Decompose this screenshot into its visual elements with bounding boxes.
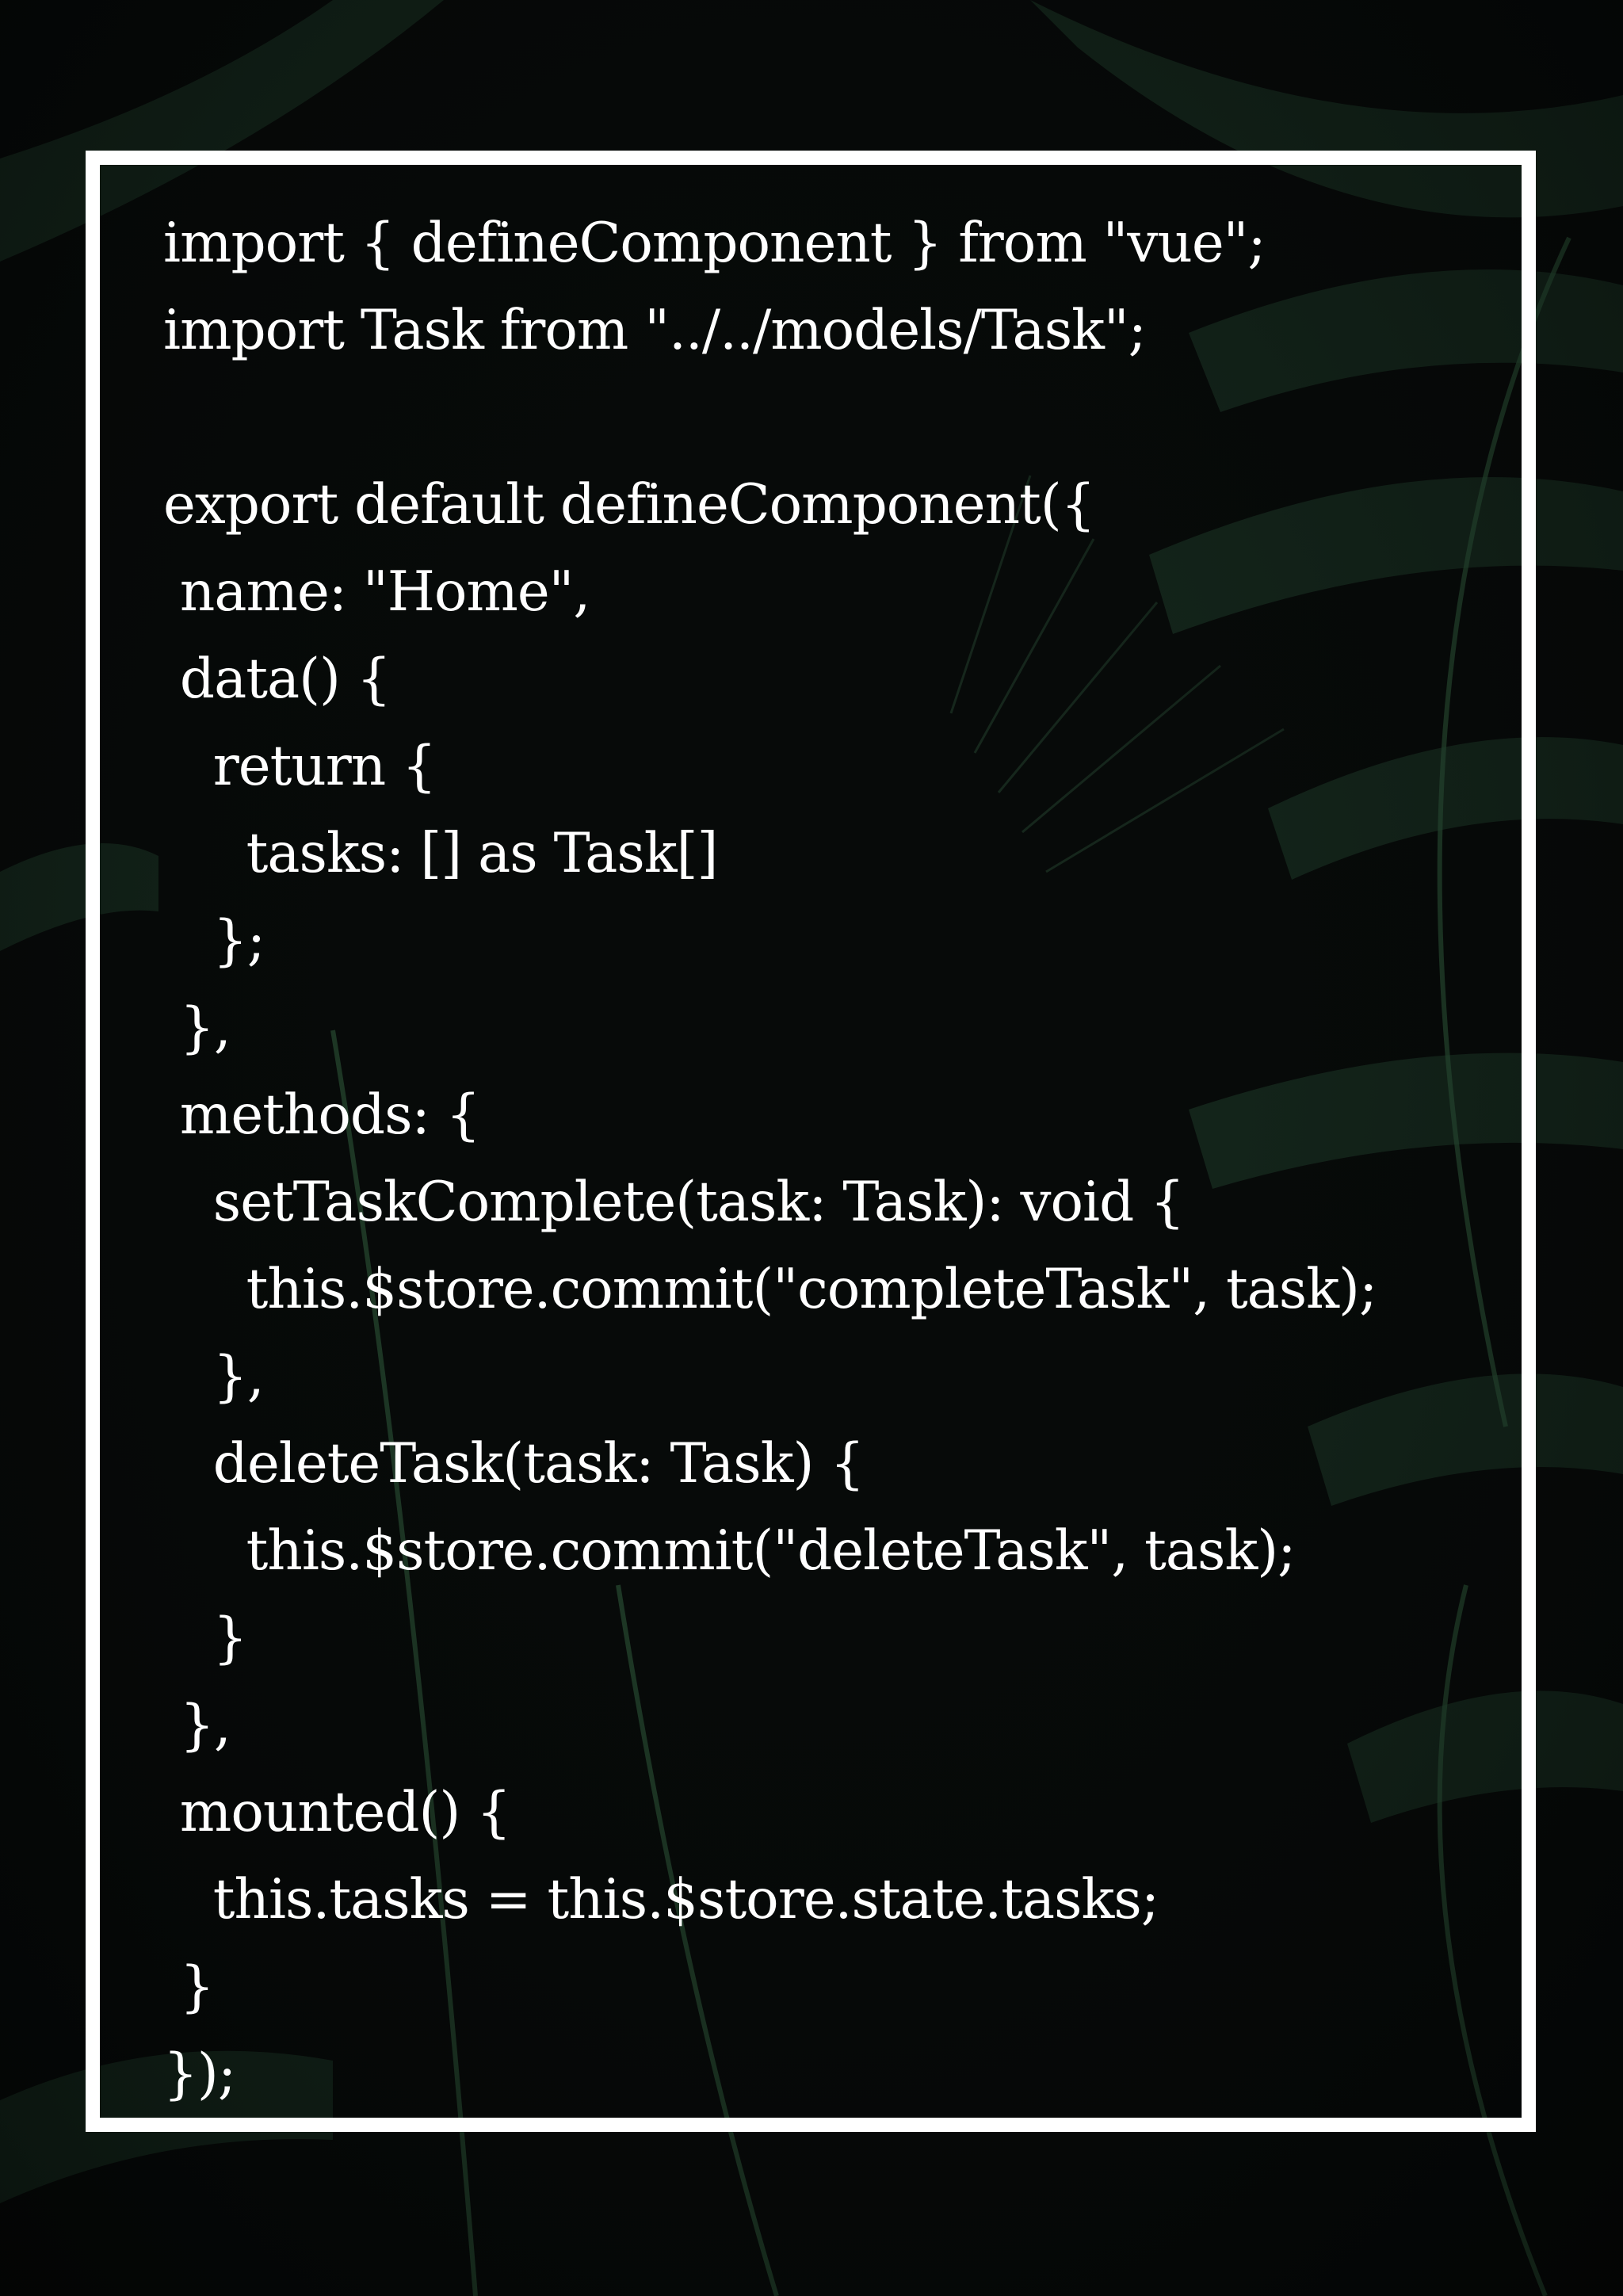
code-line: } (163, 1606, 248, 1670)
code-block: import { defineComponent } from "vue"; im… (163, 200, 1510, 2118)
code-line: }, (163, 1694, 231, 1757)
code-line: } (163, 1955, 215, 2019)
code-line: }, (163, 996, 231, 1060)
code-line: import { defineComponent } from "vue"; (163, 212, 1266, 275)
code-line: name: "Home", (163, 560, 590, 624)
code-line: import Task from "../../models/Task"; (163, 299, 1147, 362)
code-line: }); (163, 2042, 236, 2106)
code-line: export default defineComponent({ (163, 473, 1096, 537)
code-line: }, (163, 1345, 265, 1408)
code-line: tasks: [] as Task[] (163, 822, 719, 885)
code-line: }; (163, 909, 265, 972)
code-line: methods: { (163, 1083, 481, 1147)
code-line: deleteTask(task: Task) { (163, 1432, 865, 1496)
code-line: this.tasks = this.$store.state.tasks; (163, 1868, 1159, 1931)
code-line: return { (163, 735, 437, 798)
code-line: setTaskComplete(task: Task): void { (163, 1171, 1185, 1234)
code-line: mounted() { (163, 1781, 511, 1844)
code-line: this.$store.commit("deleteTask", task); (163, 1519, 1296, 1583)
code-line: this.$store.commit("completeTask", task)… (163, 1258, 1378, 1321)
code-line: data() { (163, 648, 391, 711)
